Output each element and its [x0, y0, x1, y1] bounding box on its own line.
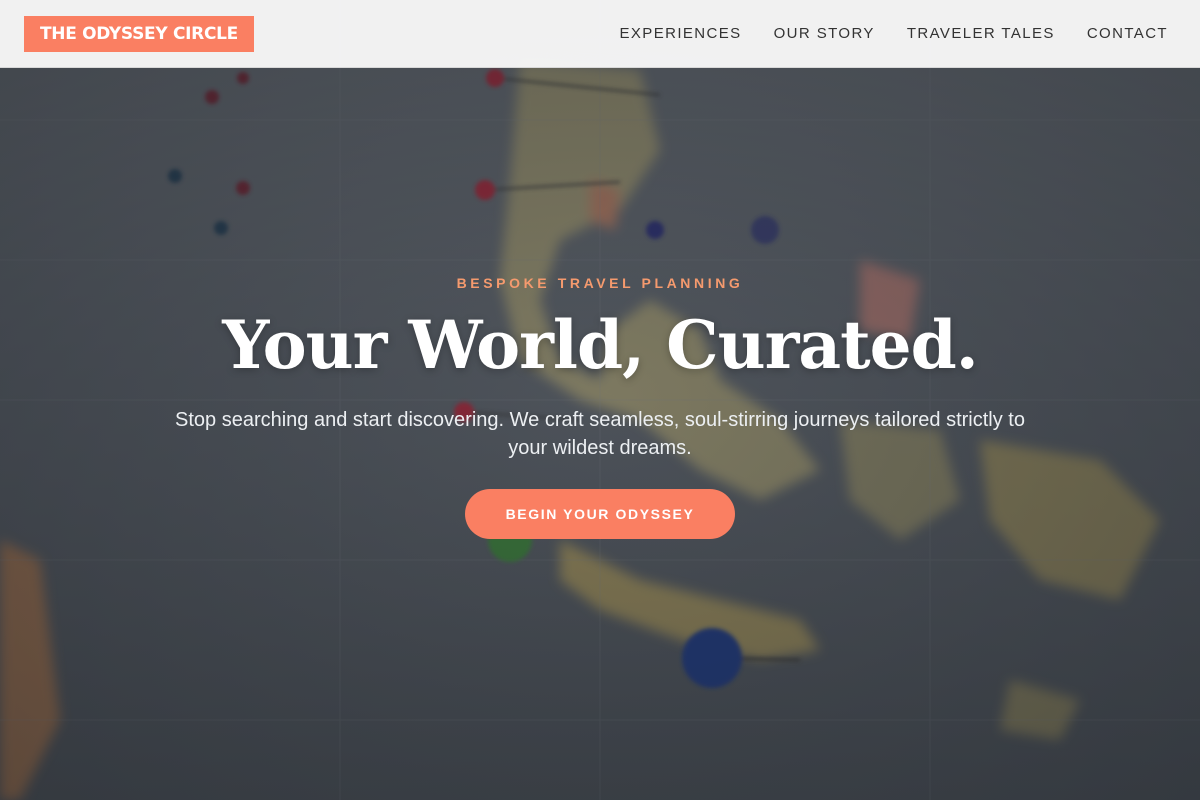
- hero-eyebrow: BESPOKE TRAVEL PLANNING: [456, 275, 744, 291]
- begin-odyssey-button[interactable]: BEGIN YOUR ODYSSEY: [465, 489, 735, 539]
- hero-subtext: Stop searching and start discovering. We…: [175, 409, 1025, 459]
- hero-content: BESPOKE TRAVEL PLANNING Your World, Cura…: [0, 0, 1200, 800]
- hero-headline: Your World, Curated.: [222, 306, 979, 384]
